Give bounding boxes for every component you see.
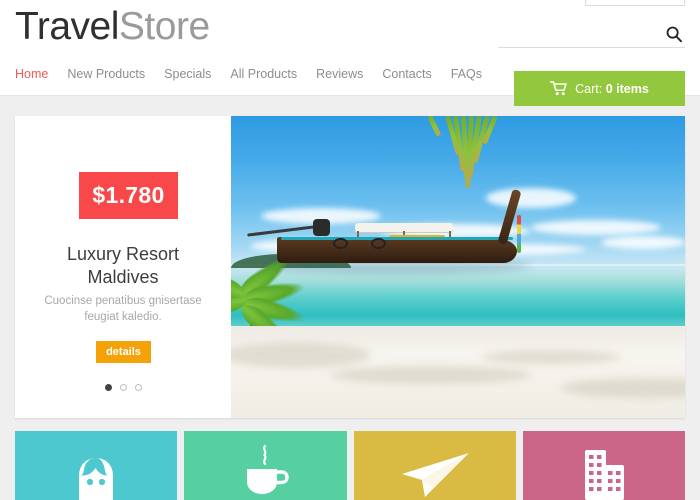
hero-slider: $1.780 Luxury Resort Maldives Cuocinse p… [15,116,685,418]
beach-sand [231,326,685,418]
nav-item-new-products[interactable]: New Products [67,66,145,82]
hero-subtitle: Cuocinse penatibus gnisertase feugiat ka… [44,295,202,323]
search-input[interactable] [498,22,658,46]
slider-dot-2[interactable] [119,384,127,391]
hero-title: Luxury Resort Maldives [15,243,231,289]
nav-item-contacts[interactable]: Contacts [382,66,431,82]
hero-price-text: $1.780 [92,182,165,208]
site-logo[interactable]: TravelStore [15,4,210,50]
person-icon [79,458,114,500]
coffee-cup-icon [247,444,290,494]
feature-tiles [15,431,685,500]
nav-item-all-products[interactable]: All Products [230,66,297,82]
logo-primary-text: Travel [15,5,119,48]
hero-caption-panel: $1.780 Luxury Resort Maldives Cuocinse p… [15,116,231,418]
search-icon[interactable] [665,25,683,43]
nav-item-reviews[interactable]: Reviews [316,66,363,82]
hero-details-button[interactable]: details [96,341,151,363]
slider-dot-3[interactable] [134,384,142,391]
cart-button[interactable]: Cart: 0 items [514,71,685,106]
paper-plane-icon [401,453,469,497]
top-selector-box[interactable] [585,0,685,6]
tile-paper-plane[interactable] [353,431,516,500]
tile-buildings[interactable] [522,431,685,500]
longtail-boat [247,188,577,269]
buildings-icon [584,450,624,500]
cart-text: Cart: [575,81,603,96]
cart-count: 0 items [605,81,649,96]
search-box[interactable] [498,22,685,48]
slider-pagination [15,384,231,391]
slider-dot-1[interactable] [104,384,112,391]
nav-item-home[interactable]: Home [15,66,48,82]
cart-icon [550,81,567,96]
tile-person[interactable] [15,431,178,500]
hero-price-badge: $1.780 [79,172,178,219]
nav-item-faqs[interactable]: FAQs [451,66,482,82]
main-navigation: Home New Products Specials All Products … [15,66,482,82]
tile-coffee[interactable] [184,431,347,500]
hero-title-line2: Maldives [87,267,159,287]
site-header: TravelStore Home New Products Specials A… [0,0,700,106]
nav-item-specials[interactable]: Specials [164,66,211,82]
cart-label: Cart: 0 items [575,82,649,96]
logo-secondary-text: Store [118,5,210,48]
hero-image-beach-boat[interactable] [231,116,685,418]
hero-title-line1: Luxury Resort [66,244,180,264]
